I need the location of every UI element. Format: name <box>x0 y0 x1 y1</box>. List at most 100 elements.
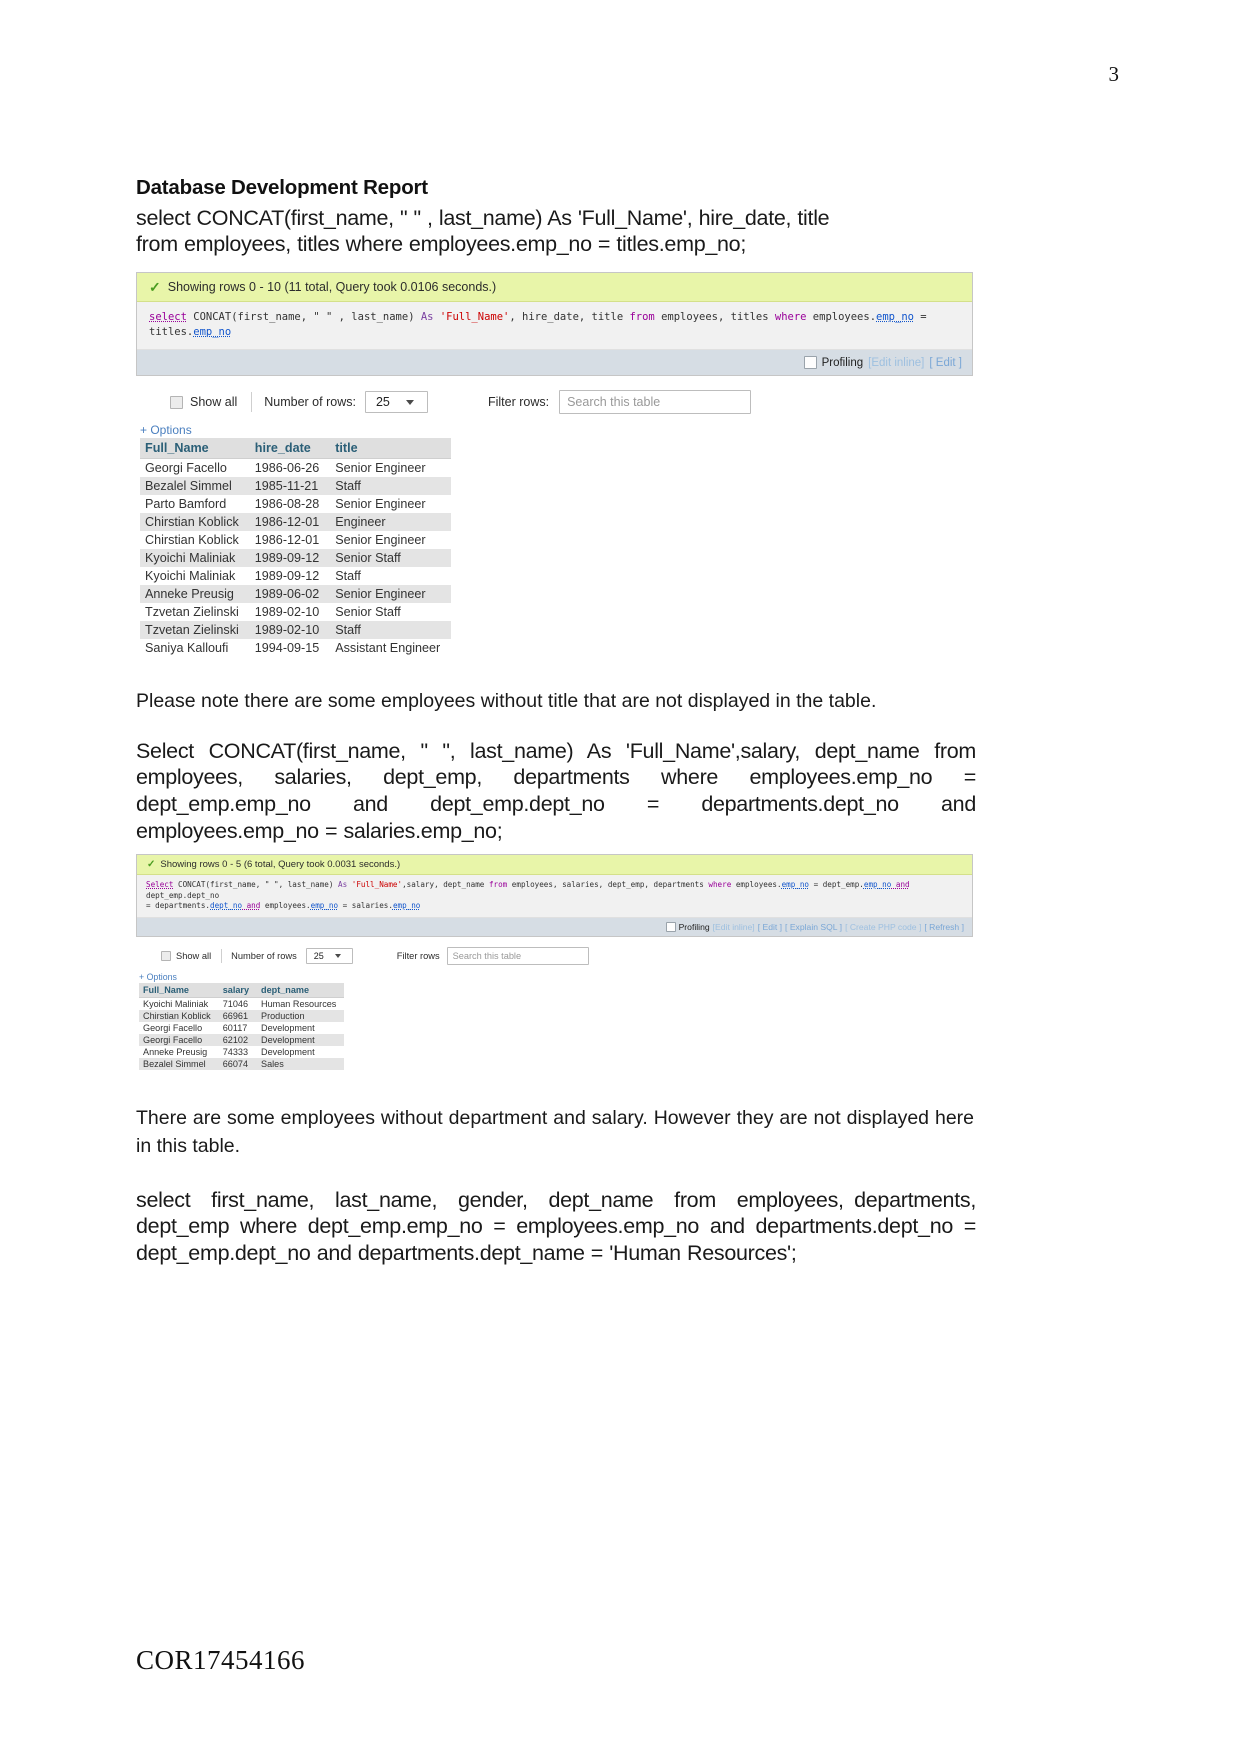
table-row: Bezalel Simmel 66074 Sales <box>139 1058 345 1071</box>
cell-full-name: Kyoichi Maliniak <box>140 549 250 568</box>
column-header-salary[interactable]: salary <box>218 983 258 999</box>
chevron-down-icon <box>405 399 414 405</box>
cell-full-name: Saniya Kalloufi <box>140 639 250 658</box>
cell-full-name: Anneke Preusig <box>139 1046 219 1059</box>
filter-rows-control-2: Filter rows Search this table <box>397 947 589 966</box>
cell-hire-date: 1994-09-15 <box>249 639 331 658</box>
table-row: Anneke Preusig 74333 Development <box>139 1046 345 1059</box>
cell-hire-date: 1986-12-01 <box>249 513 331 532</box>
cell-salary: 66961 <box>218 1010 258 1023</box>
cell-hire-date: 1986-12-01 <box>249 531 331 550</box>
column-header-full-name[interactable]: Full_Name <box>140 438 250 460</box>
profiling-label-2: Profiling <box>678 922 710 933</box>
cell-dept-name: Human Resources <box>257 997 345 1011</box>
profiling-bar-2: Profiling [Edit inline] [ Edit ] [ Expla… <box>137 918 972 937</box>
table-row: Anneke Preusig 1989-06-02 Senior Enginee… <box>140 585 452 604</box>
rows-select-value-1: 25 <box>375 395 390 410</box>
column-header-title[interactable]: title <box>330 438 452 460</box>
cell-title: Engineer <box>330 513 452 532</box>
profiling-bar-1: Profiling [Edit inline] [ Edit ] <box>137 350 972 376</box>
check-icon: ✓ <box>147 858 156 870</box>
column-header-dept-name[interactable]: dept_name <box>257 983 345 999</box>
table-row: Georgi Facello 60117 Development <box>139 1022 345 1035</box>
note-paragraph-1: Please note there are some employees wit… <box>136 690 877 713</box>
sql-text: ,salary, dept_name <box>402 880 489 890</box>
show-all-checkbox-1[interactable] <box>170 395 183 409</box>
sql-text: CONCAT(first_name, " ", last_name) <box>173 880 339 890</box>
explain-sql-link-2[interactable]: [ Explain SQL ] <box>785 922 842 932</box>
edit-link-1[interactable]: [ Edit ] <box>929 357 962 369</box>
sql-keyword: and <box>891 880 910 890</box>
cell-title: Senior Engineer <box>330 531 452 550</box>
result-status-text-1: Showing rows 0 - 10 (11 total, Query too… <box>167 279 497 294</box>
show-all-control-1[interactable]: Show all <box>136 395 251 409</box>
cell-hire-date: 1989-06-02 <box>249 585 331 604</box>
cell-title: Senior Engineer <box>330 458 452 478</box>
cell-full-name: Chirstian Koblick <box>140 513 250 532</box>
sql-keyword: Select <box>146 880 174 890</box>
cell-full-name: Kyoichi Maliniak <box>139 997 219 1011</box>
edit-link-2[interactable]: [ Edit ] <box>758 922 782 932</box>
document-page: 3 Database Development Report select CON… <box>0 0 1241 1754</box>
filter-rows-input-1[interactable]: Search this table <box>559 390 752 415</box>
cell-dept-name: Development <box>257 1046 345 1059</box>
profiling-checkbox-2[interactable] <box>665 922 676 933</box>
column-header-hire-date[interactable]: hire_date <box>249 438 331 460</box>
sql-text: employees. <box>731 880 782 890</box>
cell-hire-date: 1989-02-10 <box>249 621 331 640</box>
result-status-2: ✓ Showing rows 0 - 5 (6 total, Query too… <box>137 855 972 876</box>
result-panel-1: ✓ Showing rows 0 - 10 (11 total, Query t… <box>136 271 973 377</box>
cell-hire-date: 1986-06-26 <box>249 458 331 478</box>
sql-echo-1: select CONCAT(first_name, " " , last_nam… <box>137 301 972 351</box>
number-of-rows-label-2: Number of rows <box>231 951 297 962</box>
result-status-1: ✓ Showing rows 0 - 10 (11 total, Query t… <box>137 272 972 302</box>
cell-full-name: Bezalel Simmel <box>140 477 250 496</box>
sql-keyword: select <box>149 310 187 323</box>
edit-inline-link-1[interactable]: [Edit inline] <box>868 357 924 369</box>
sql-keyword: and <box>242 901 261 911</box>
sql-text: employees, titles <box>654 310 775 323</box>
cell-salary: 60117 <box>218 1022 258 1035</box>
sql-text: employees. <box>806 310 877 323</box>
chevron-down-icon <box>334 954 341 959</box>
page-title: Database Development Report <box>136 176 428 199</box>
sql-string: 'Full_Name' <box>347 880 403 890</box>
options-link-1[interactable]: + Options <box>136 423 976 437</box>
sql-column: emp_no <box>876 310 914 323</box>
sql-echo-2: Select CONCAT(first_name, " ", last_name… <box>137 875 972 919</box>
result-panel-2: ✓ Showing rows 0 - 5 (6 total, Query too… <box>136 854 973 938</box>
show-all-control-2[interactable]: Show all <box>136 951 221 962</box>
rows-select-1[interactable]: 25 <box>364 391 428 414</box>
rows-select-2[interactable]: 25 <box>305 948 353 965</box>
sql-column: dept_no <box>210 901 243 911</box>
document-footer-code: COR17454166 <box>136 1645 306 1675</box>
profiling-checkbox-1[interactable] <box>803 356 817 370</box>
note-paragraph-2: There are some employees without departm… <box>136 1107 974 1158</box>
sql-text: employees. <box>260 901 311 911</box>
sql-column: emp_no <box>193 326 232 339</box>
column-header-full-name[interactable]: Full_Name <box>139 983 219 999</box>
sql-keyword: from <box>629 310 655 323</box>
cell-hire-date: 1985-11-21 <box>249 477 331 496</box>
options-link-2[interactable]: + Options <box>136 972 976 982</box>
cell-dept-name: Development <box>257 1022 345 1035</box>
table-row: Chirstian Koblick 66961 Production <box>139 1010 345 1023</box>
create-php-code-link-2[interactable]: [ Create PHP code ] <box>845 922 921 932</box>
result-status-text-2: Showing rows 0 - 5 (6 total, Query took … <box>160 859 401 871</box>
cell-full-name: Georgi Facello <box>140 458 250 478</box>
results-table-2: Full_Name salary dept_name Kyoichi Malin… <box>139 983 345 1071</box>
cell-full-name: Bezalel Simmel <box>139 1058 219 1071</box>
table-row: Tzvetan Zielinski 1989-02-10 Senior Staf… <box>140 603 452 622</box>
table-row: Bezalel Simmel 1985-11-21 Staff <box>140 477 452 496</box>
filter-rows-input-2[interactable]: Search this table <box>446 947 589 966</box>
result-toolbar-1: Show all Number of rows: 25 Filter rows:… <box>136 390 976 415</box>
query-1-text: select CONCAT(first_name, " " , last_nam… <box>136 205 830 257</box>
edit-inline-link-2[interactable]: [Edit inline] <box>713 922 755 932</box>
refresh-link-2[interactable]: [ Refresh ] <box>924 922 964 932</box>
check-icon: ✓ <box>149 278 161 295</box>
cell-dept-name: Sales <box>257 1058 345 1071</box>
sql-string: 'Full_Name' <box>433 310 510 323</box>
show-all-checkbox-2[interactable] <box>161 951 171 962</box>
table-row: Georgi Facello 62102 Development <box>139 1034 345 1047</box>
cell-salary: 66074 <box>218 1058 258 1071</box>
